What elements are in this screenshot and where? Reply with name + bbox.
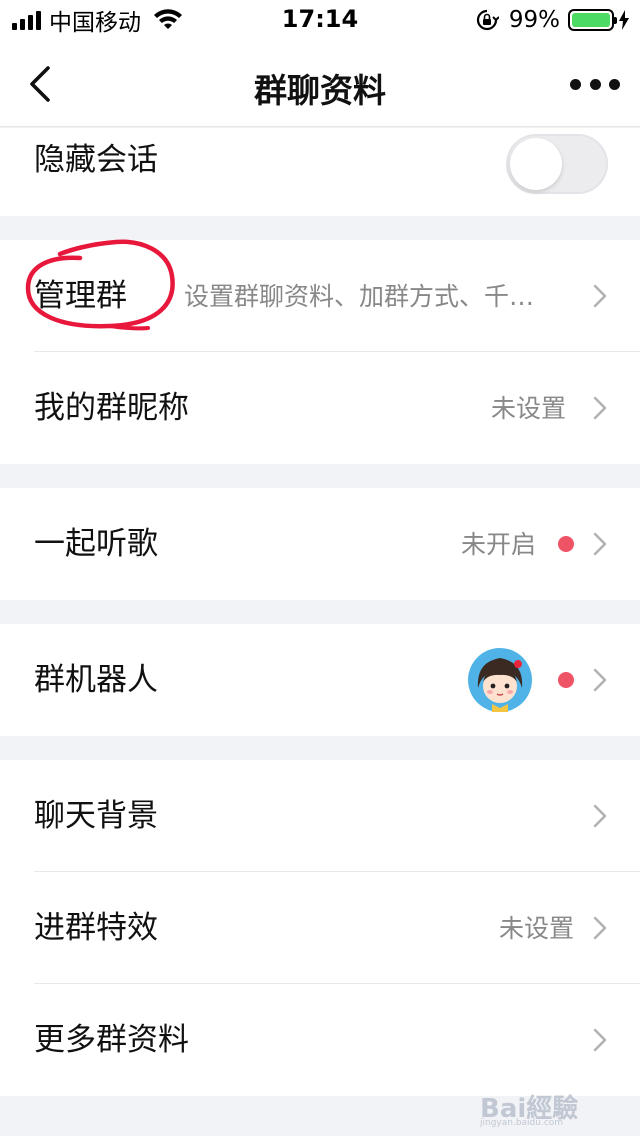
my-nickname-row[interactable]: 我的群昵称 未设置 [0, 352, 640, 464]
nav-bar: 群聊资料 [0, 40, 640, 127]
more-info-row[interactable]: 更多群资料 [0, 984, 640, 1096]
chevron-right-icon [593, 396, 607, 420]
hide-chat-toggle[interactable] [506, 134, 608, 194]
group-robot-row[interactable]: 群机器人 [0, 624, 640, 736]
listen-together-row[interactable]: 一起听歌 未开启 [0, 488, 640, 600]
hide-chat-label: 隐藏会话 [34, 142, 158, 178]
chat-background-row[interactable]: 聊天背景 [0, 760, 640, 872]
entry-effect-value: 未设置 [498, 914, 574, 943]
status-bar: 中国移动 17:14 99% [0, 0, 640, 40]
notification-dot [558, 672, 574, 688]
toggle-knob [510, 138, 562, 190]
my-nickname-value: 未设置 [490, 394, 566, 423]
manage-group-value: 设置群聊资料、加群方式、千… [184, 282, 535, 311]
battery-percent: 99% [508, 7, 560, 33]
my-nickname-label: 我的群昵称 [34, 390, 189, 426]
listen-together-value: 未开启 [460, 530, 536, 559]
chevron-right-icon [593, 1028, 607, 1052]
more-dots-icon[interactable] [570, 70, 620, 98]
robot-girl-avatar-icon [468, 648, 532, 712]
group-robot-label: 群机器人 [34, 662, 158, 698]
chevron-right-icon [593, 916, 607, 940]
manage-group-label: 管理群 [34, 278, 127, 314]
listen-together-label: 一起听歌 [34, 526, 158, 562]
chevron-right-icon [593, 284, 607, 308]
charging-icon [619, 10, 629, 30]
watermark-url: jingyan.baidu.com [480, 1118, 564, 1128]
manage-group-row[interactable]: 管理群 设置群聊资料、加群方式、千… [0, 240, 640, 352]
chevron-right-icon [593, 532, 607, 556]
more-info-label: 更多群资料 [34, 1022, 189, 1058]
chevron-right-icon [593, 804, 607, 828]
page-title: 群聊资料 [254, 71, 386, 110]
notification-dot [558, 536, 574, 552]
chevron-right-icon [593, 668, 607, 692]
rotation-lock-icon [476, 9, 499, 31]
entry-effect-row[interactable]: 进群特效 未设置 [0, 872, 640, 984]
battery-icon [568, 9, 617, 31]
entry-effect-label: 进群特效 [34, 910, 158, 946]
status-right: 99% [475, 6, 630, 34]
hide-chat-row: 隐藏会话 [0, 128, 640, 216]
chat-background-label: 聊天背景 [34, 798, 158, 834]
battery-fill [572, 13, 610, 27]
